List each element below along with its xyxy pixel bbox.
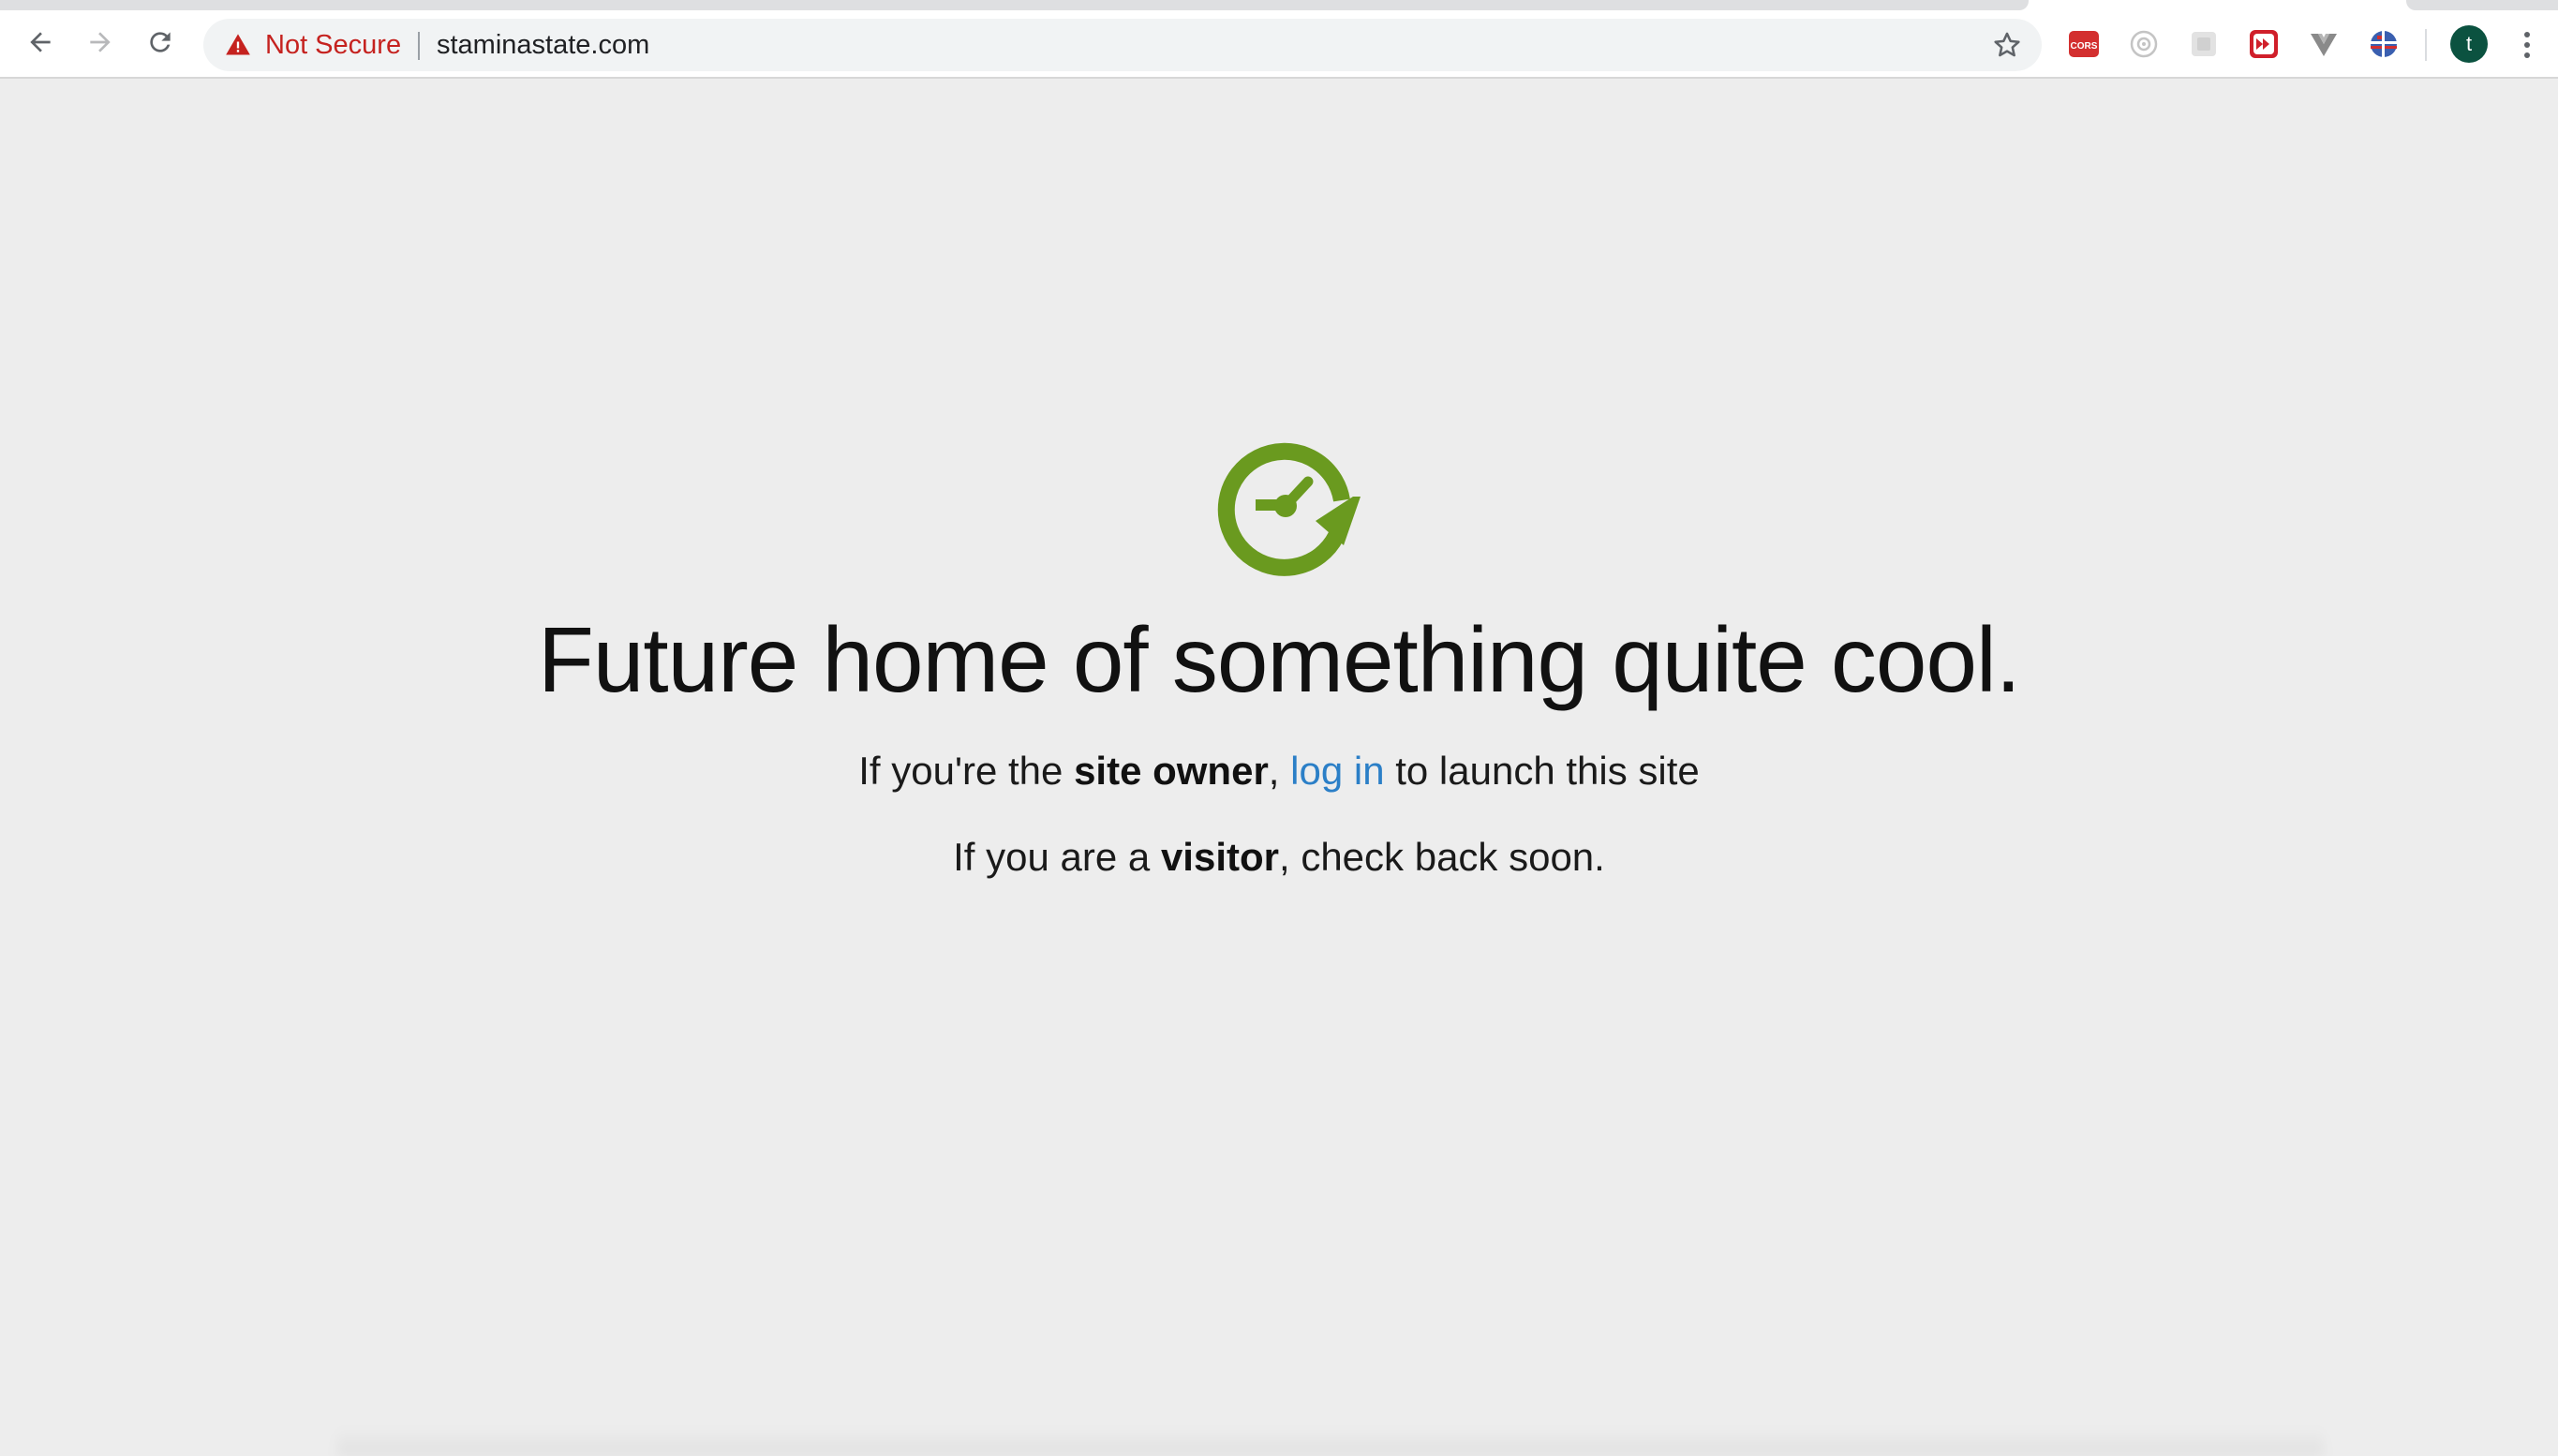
cors-extension-icon[interactable]: CORS (2068, 28, 2100, 60)
url-text[interactable]: staminastate.com (437, 30, 649, 60)
omnibox-separator (418, 32, 420, 60)
fast-forward-glyph (2250, 30, 2278, 58)
owner-bold-text: site owner (1074, 749, 1269, 793)
vue-devtools-glyph (2311, 34, 2337, 56)
page-content: Future home of something quite cool. If … (0, 79, 2558, 1456)
visitor-suffix: , check back soon. (1278, 835, 1605, 879)
profile-avatar[interactable]: t (2450, 25, 2488, 63)
star-icon[interactable] (1991, 29, 2023, 61)
cors-extension-glyph: CORS (2069, 31, 2099, 57)
page-headline: Future home of something quite cool. (538, 608, 2021, 711)
visitor-bold-text: visitor (1160, 835, 1279, 879)
forward-button[interactable] (81, 22, 120, 62)
react-devtools-glyph (2130, 30, 2158, 58)
browser-toolbar: Not Secure staminastate.com CORS t (0, 0, 2558, 79)
reload-icon (150, 32, 171, 52)
gray-extension-icon[interactable] (2188, 28, 2220, 60)
security-status-label[interactable]: Not Secure (265, 30, 401, 60)
back-button[interactable] (21, 22, 60, 62)
login-link[interactable]: log in (1290, 749, 1384, 793)
arrow-forward-icon (90, 32, 111, 52)
visitor-prefix: If you are a (953, 835, 1161, 879)
owner-suffix: to launch this site (1384, 749, 1700, 793)
owner-prefix: If you're the (858, 749, 1075, 793)
vue-devtools-icon[interactable] (2308, 28, 2340, 60)
flag-extension-glyph (2371, 31, 2397, 57)
tab-strip (0, 0, 2029, 10)
bottom-shadow (337, 1428, 2324, 1456)
react-devtools-icon[interactable] (2128, 28, 2160, 60)
owner-comma: , (1268, 749, 1291, 793)
gray-extension-glyph (2192, 32, 2216, 56)
address-bar[interactable]: Not Secure staminastate.com (203, 19, 2042, 71)
flag-extension-icon[interactable] (2368, 28, 2400, 60)
green-clock-refresh-icon (1217, 442, 1361, 576)
visitor-message: If you are a visitor, check back soon. (0, 832, 2558, 883)
vertical-dots-icon[interactable] (2515, 26, 2539, 64)
reload-button[interactable] (141, 22, 180, 62)
arrow-back-icon (30, 32, 51, 52)
cors-extension-text: CORS (2071, 41, 2098, 52)
site-owner-message: If you're the site owner, log in to laun… (0, 746, 2558, 796)
fast-forward-extension-icon[interactable] (2248, 28, 2280, 60)
tab-strip-right (2406, 0, 2558, 10)
toolbar-divider (2425, 29, 2427, 61)
warning-triangle-icon[interactable] (224, 32, 252, 58)
